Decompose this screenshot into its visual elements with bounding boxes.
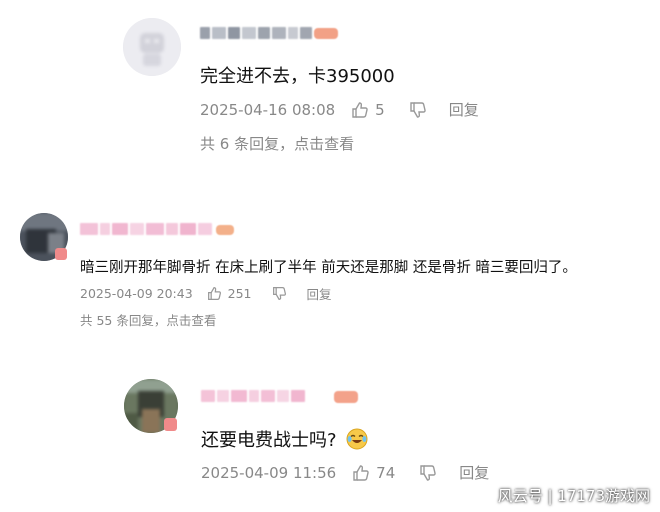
vip-badge — [334, 391, 358, 403]
comment-text: 暗三刚开那年脚骨折 在床上刷了半年 前天还是那脚 还是骨折 暗三要回归了。 — [80, 260, 577, 276]
default-avatar-icon — [123, 18, 181, 76]
username-blurred[interactable] — [200, 27, 312, 39]
comment-date: 2025-04-16 08:08 — [200, 100, 336, 119]
vip-badge — [216, 225, 234, 235]
comment-text-content: 还要电费战士吗? — [201, 430, 337, 451]
crying-laughing-emoji-icon — [346, 428, 368, 455]
vip-badge — [164, 418, 177, 431]
thumbs-down-icon[interactable] — [419, 464, 437, 482]
watermark-text: 风云号 | 17173游戏网 — [497, 487, 650, 505]
comment-date: 2025-04-09 11:56 — [201, 463, 337, 482]
like-count: 251 — [227, 286, 252, 301]
comment-text: 完全进不去，卡395000 — [200, 66, 395, 87]
reply-button[interactable]: 回复 — [449, 99, 479, 120]
thumbs-up-icon[interactable] — [351, 101, 369, 119]
username-blurred[interactable] — [201, 390, 305, 402]
thumbs-down-icon[interactable] — [409, 101, 427, 119]
thumbs-down-icon[interactable] — [272, 286, 287, 301]
comment-text: 还要电费战士吗? — [201, 426, 368, 455]
comment-date: 2025-04-09 20:43 — [80, 286, 193, 301]
vip-badge — [55, 248, 67, 260]
vip-badge — [314, 28, 338, 39]
like-count: 5 — [375, 100, 385, 119]
view-replies-link[interactable]: 共 6 条回复，点击查看 — [200, 133, 354, 154]
reply-button[interactable]: 回复 — [307, 284, 332, 303]
avatar[interactable] — [123, 18, 181, 76]
thumbs-up-icon[interactable] — [207, 286, 222, 301]
username-blurred[interactable] — [80, 223, 212, 235]
reply-button[interactable]: 回复 — [459, 462, 489, 483]
view-replies-link[interactable]: 共 55 条回复，点击查看 — [80, 310, 216, 329]
comment-meta: 2025-04-16 08:08 5 回复 — [200, 99, 479, 120]
like-count: 74 — [376, 463, 396, 482]
comment-meta: 2025-04-09 20:43 251 回复 — [80, 284, 332, 303]
comment-meta: 2025-04-09 11:56 74 回复 — [201, 462, 489, 483]
thumbs-up-icon[interactable] — [352, 464, 370, 482]
